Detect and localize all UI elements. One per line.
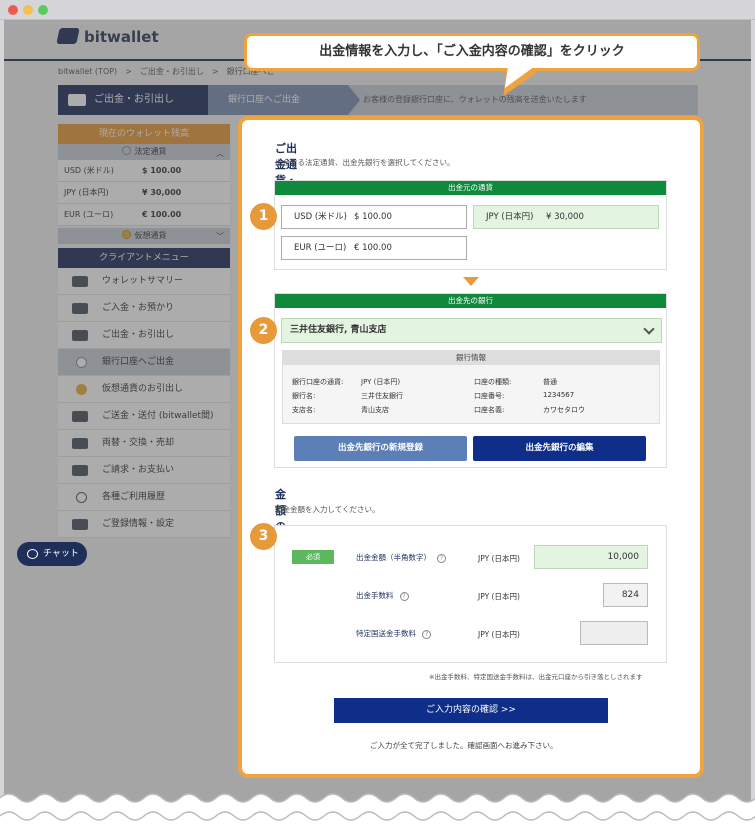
step-badge-3: 3: [250, 523, 277, 550]
currency-name: EUR (ユーロ): [294, 243, 347, 253]
section2-desc: 出金金額を入力してください。: [275, 505, 380, 514]
currency-balance: € 100.00: [354, 243, 392, 253]
fee-note: ※出金手数料、特定国送金手数料は、出金元口座から引き落としされます: [429, 673, 643, 681]
bank-info-value: 1234567: [543, 391, 575, 399]
torn-edge-decoration: [0, 793, 755, 830]
amount-label-text: 出金金額（半角数字）: [356, 553, 431, 562]
currency-option-usd[interactable]: USD (米ドル) $ 100.00: [281, 205, 467, 229]
bank-info-title: 銀行情報: [283, 351, 659, 365]
maximize-window-dot[interactable]: [38, 5, 48, 15]
edit-bank-button[interactable]: 出金先銀行の編集: [473, 436, 646, 461]
step-badge-2: 2: [250, 317, 277, 344]
fee-currency: JPY (日本円): [478, 592, 520, 601]
currency-option-jpy[interactable]: JPY (日本円) ¥ 30,000: [473, 205, 659, 229]
section1-desc: 出金する法定通貨、出金先銀行を選択してください。: [275, 158, 455, 167]
fee-label: 出金手数料?: [356, 590, 409, 601]
bank-info-value: カワセタロウ: [543, 406, 585, 414]
bank-bar: 出金先の銀行: [275, 294, 666, 308]
chevron-down-icon: [643, 323, 655, 335]
register-bank-button[interactable]: 出金先銀行の新規登録: [294, 436, 467, 461]
bank-info-label: 口座名義:: [474, 406, 505, 414]
currency-balance: ¥ 30,000: [546, 212, 584, 222]
bank-info-label: 口座の種類:: [474, 378, 512, 386]
bank-info-value: 青山支店: [361, 406, 389, 414]
chat-button[interactable]: チャット: [17, 542, 87, 566]
bank-info-label: 支店名:: [292, 406, 316, 414]
bank-info-label: 口座番号:: [474, 392, 505, 400]
bank-select[interactable]: 三井住友銀行, 青山支店: [281, 318, 662, 343]
currency-name: JPY (日本円): [486, 212, 534, 222]
intl-fee-value: [580, 621, 648, 645]
bank-info-value: 三井住友銀行: [361, 392, 403, 400]
intl-fee-currency: JPY (日本円): [478, 630, 520, 639]
chat-label: チャット: [43, 549, 79, 559]
amount-currency: JPY (日本円): [478, 554, 520, 563]
help-icon[interactable]: ?: [399, 592, 409, 601]
amount-label: 出金金額（半角数字）?: [356, 552, 446, 563]
amount-input[interactable]: 10,000: [534, 545, 648, 569]
source-currency-bar: 出金元の通貨: [275, 181, 666, 195]
minimize-window-dot[interactable]: [23, 5, 33, 15]
close-window-dot[interactable]: [8, 5, 18, 15]
step-badge-1: 1: [250, 203, 277, 230]
confirm-button[interactable]: ご入力内容の確認 >>: [334, 698, 608, 723]
bank-info-label: 銀行口座の通貨:: [292, 378, 344, 386]
instruction-callout: 出金情報を入力し、「ご入金内容の確認」をクリック: [244, 33, 700, 71]
bank-info-value: JPY (日本円): [361, 378, 401, 386]
bank-info-value: 普通: [543, 378, 557, 386]
help-icon[interactable]: ?: [422, 630, 431, 639]
bank-select-value: 三井住友銀行, 青山支店: [290, 325, 387, 335]
arrow-down-icon: [463, 277, 479, 286]
fee-label-text: 出金手数料: [356, 591, 394, 600]
help-icon[interactable]: ?: [437, 554, 446, 563]
currency-balance: $ 100.00: [354, 212, 392, 222]
intl-fee-label: 特定国送金手数料?: [356, 628, 431, 639]
bank-info-panel: 銀行情報 銀行口座の通貨: JPY (日本円) 銀行名: 三井住友銀行 支店名:…: [282, 350, 660, 424]
required-badge: 必須: [292, 550, 334, 564]
fee-value: 824: [603, 583, 648, 607]
intl-fee-label-text: 特定国送金手数料: [356, 629, 416, 638]
window-titlebar: [0, 0, 755, 20]
currency-option-eur[interactable]: EUR (ユーロ) € 100.00: [281, 236, 467, 260]
bank-info-label: 銀行名:: [292, 392, 316, 400]
currency-name: USD (米ドル): [294, 212, 347, 222]
completion-message: ご入力が全て完了しました。確認画面へお進み下さい。: [370, 741, 558, 750]
